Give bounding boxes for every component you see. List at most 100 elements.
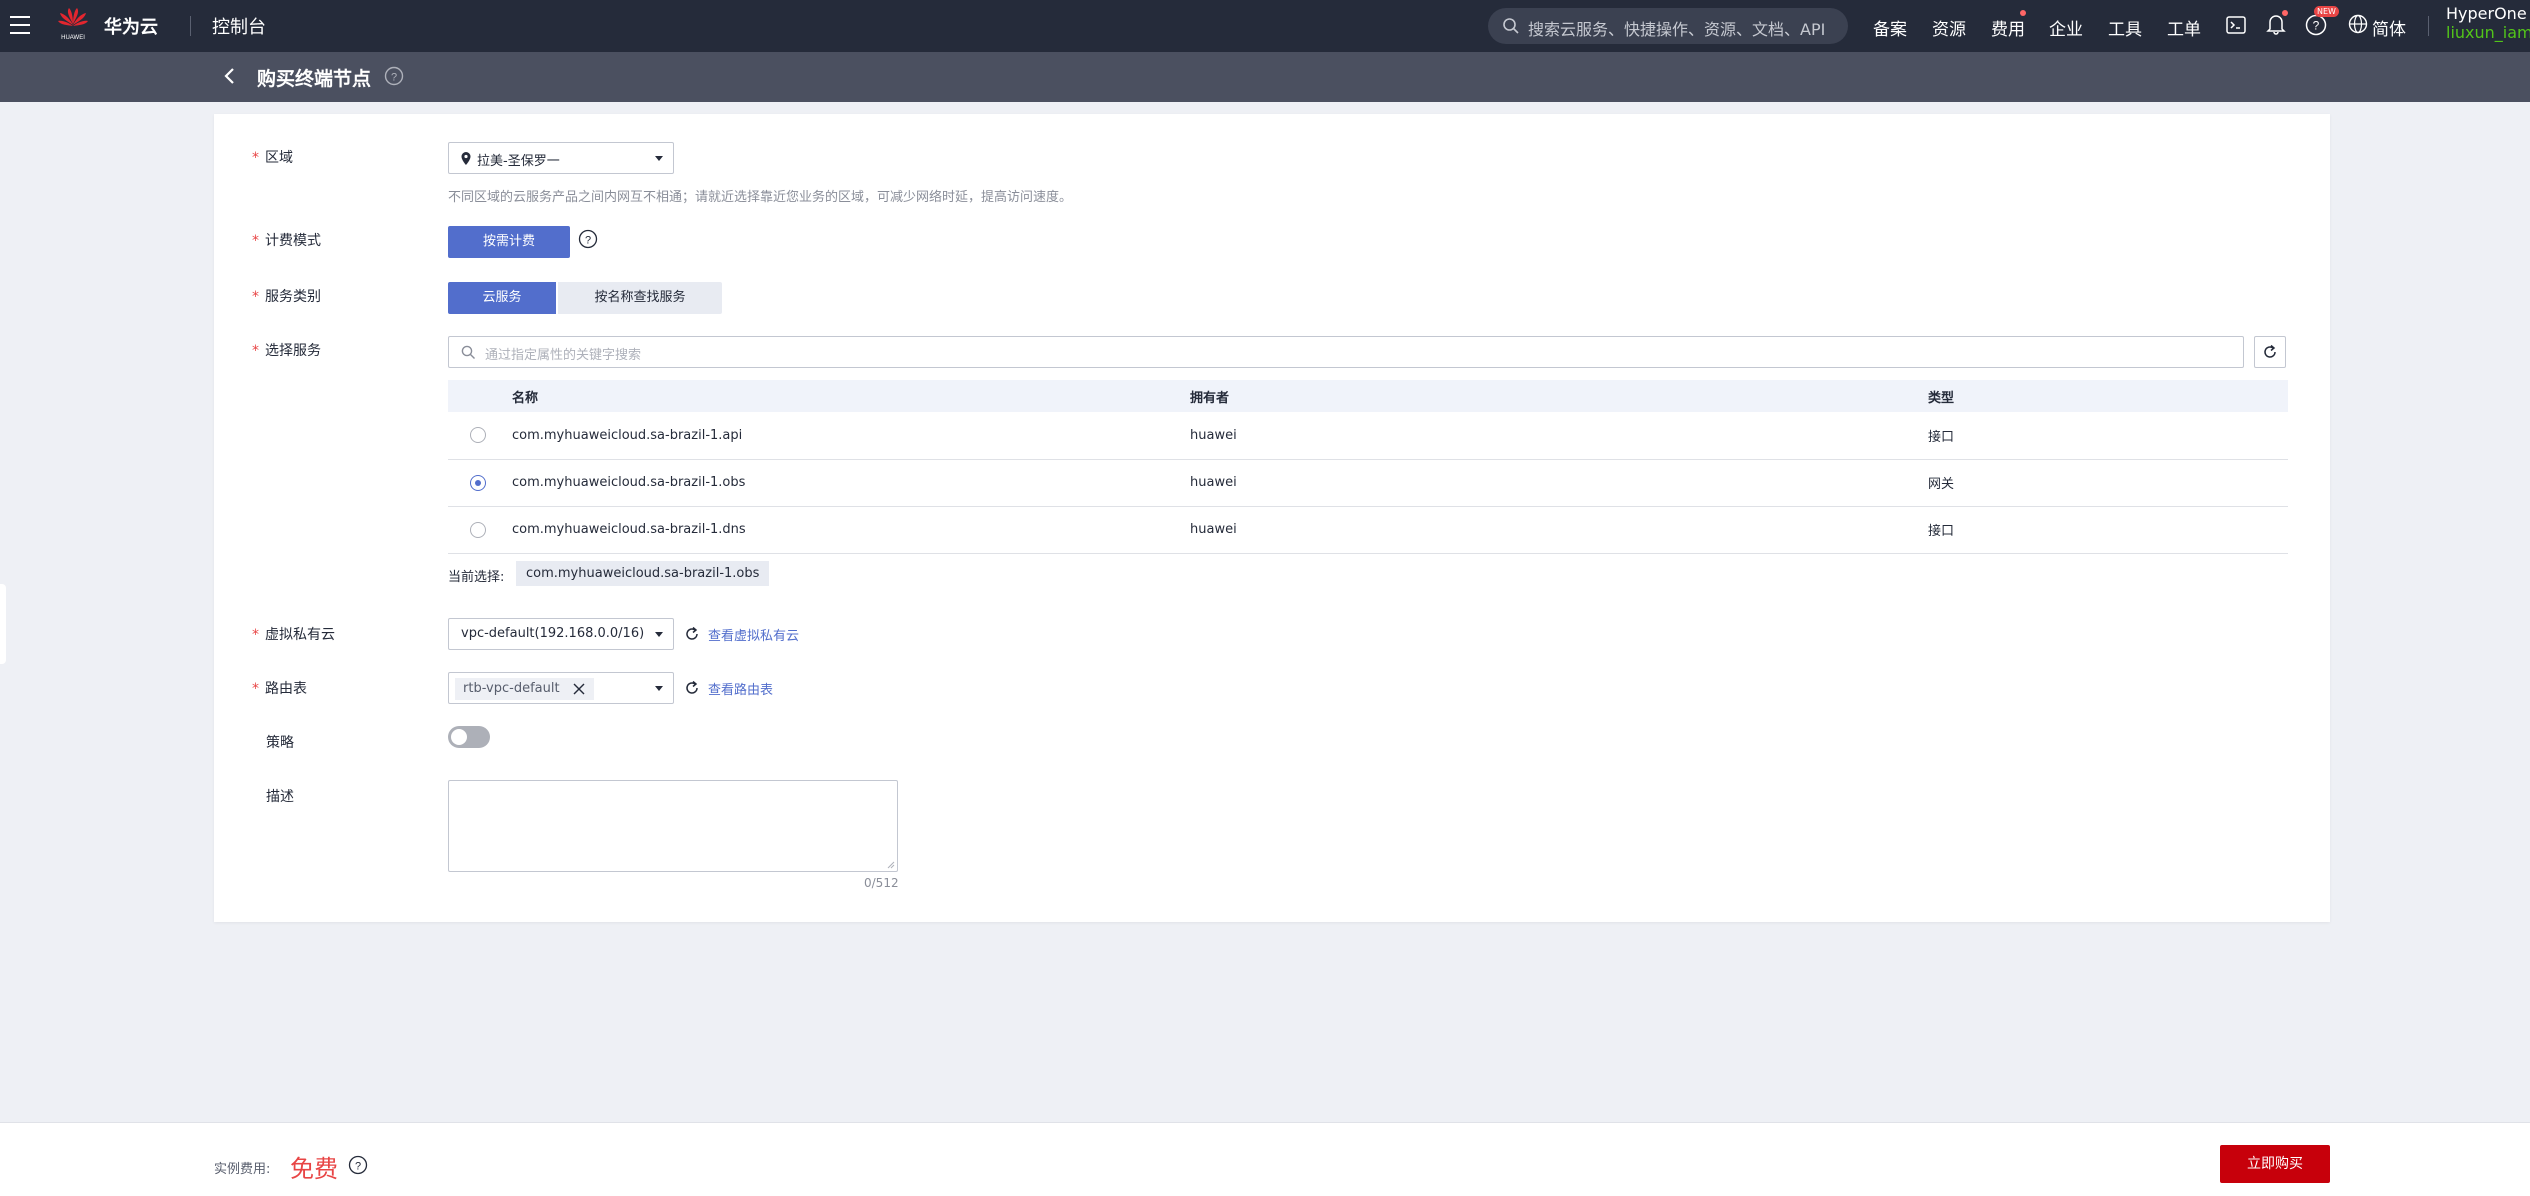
owner-cell: huawei (1190, 412, 1928, 460)
table-header-type: 类型 (1928, 380, 2288, 412)
billing-on-demand-button[interactable]: 按需计费 (448, 226, 570, 258)
nav-link-tools[interactable]: 工具 (2108, 15, 2142, 40)
route-table-tag: rtb-vpc-default (455, 678, 594, 700)
current-selection-label: 当前选择: (448, 570, 505, 585)
menu-icon[interactable] (10, 16, 30, 34)
service-name-cell: com.myhuaweicloud.sa-brazil-1.api (512, 412, 1190, 460)
chevron-down-icon (655, 156, 663, 161)
fee-label: 实例费用: (214, 1162, 271, 1177)
route-table-tag-label: rtb-vpc-default (463, 681, 560, 696)
refresh-button[interactable] (2254, 336, 2286, 368)
console-link[interactable]: 控制台 (212, 13, 266, 39)
table-row[interactable]: com.myhuaweicloud.sa-brazil-1.dns huawei… (448, 506, 2288, 554)
search-placeholder: 通过指定属性的关键字搜索 (485, 348, 642, 363)
top-navbar: HUAWEI 华为云 控制台 搜索云服务、快捷操作、资源、文档、API 备案 资… (0, 0, 2530, 52)
page-header: 购买终端节点 ? (0, 52, 2530, 102)
back-arrow-icon[interactable] (222, 67, 238, 89)
type-cell: 接口 (1928, 412, 2288, 460)
fee-value: 免费 (290, 1155, 338, 1183)
nav-link-billing[interactable]: 费用 (1991, 15, 2025, 40)
user-menu[interactable]: HyperOne liuxun_iam (2446, 4, 2530, 42)
vpc-select[interactable]: vpc-default(192.168.0.0/16) (448, 618, 674, 650)
owner-cell: huawei (1190, 459, 1928, 507)
huawei-logo[interactable]: HUAWEI (56, 6, 90, 44)
divider (2428, 16, 2429, 36)
region-select[interactable]: 拉美-圣保罗一 (448, 142, 674, 174)
table-header-row: 名称 拥有者 类型 (448, 380, 2288, 412)
help-icon[interactable]: ? (348, 1155, 368, 1179)
required-mark: * (252, 343, 259, 359)
chevron-down-icon (655, 686, 663, 691)
required-mark: * (252, 233, 259, 249)
refresh-icon[interactable] (684, 680, 700, 700)
search-icon (1503, 18, 1519, 34)
account-name: HyperOne (2446, 4, 2527, 23)
nav-link-enterprise[interactable]: 企业 (2049, 15, 2083, 40)
nav-link-filing[interactable]: 备案 (1873, 15, 1907, 40)
region-hint: 不同区域的云服务产品之间内网互不相通；请就近选择靠近您业务的区域，可减少网络时延… (448, 190, 1073, 205)
service-name-cell: com.myhuaweicloud.sa-brazil-1.dns (512, 506, 1190, 554)
globe-icon[interactable] (2348, 14, 2368, 38)
service-search-input[interactable]: 通过指定属性的关键字搜索 (448, 336, 2244, 368)
owner-cell: huawei (1190, 506, 1928, 554)
svg-text:HUAWEI: HUAWEI (61, 35, 85, 41)
user-name: liuxun_iam (2446, 23, 2530, 42)
service-select-label: * 选择服务 (252, 343, 321, 359)
close-icon[interactable] (572, 682, 586, 696)
global-search-input[interactable]: 搜索云服务、快捷操作、资源、文档、API (1488, 8, 1848, 44)
search-placeholder: 搜索云服务、快捷操作、资源、文档、API (1528, 20, 1826, 39)
description-counter: 0/512 (864, 876, 899, 890)
row-radio[interactable] (470, 427, 486, 444)
resize-handle-icon (887, 861, 895, 869)
search-icon (461, 345, 475, 359)
type-cell: 网关 (1928, 459, 2288, 507)
vpc-label: * 虚拟私有云 (252, 627, 335, 643)
side-drawer-handle[interactable] (0, 584, 6, 664)
buy-now-button[interactable]: 立即购买 (2220, 1145, 2330, 1183)
terminal-icon[interactable] (2226, 15, 2246, 39)
required-mark: * (252, 627, 259, 643)
svg-text:?: ? (585, 235, 591, 247)
required-mark: * (252, 150, 259, 166)
new-badge: NEW (2314, 6, 2339, 17)
description-label: 描述 (266, 789, 294, 805)
svg-text:?: ? (2313, 19, 2320, 33)
service-name-cell: com.myhuaweicloud.sa-brazil-1.obs (512, 459, 1190, 507)
required-mark: * (252, 289, 259, 305)
form-card: * 区域 拉美-圣保罗一 不同区域的云服务产品之间内网互不相通；请就近选择靠近您业… (214, 114, 2330, 922)
refresh-icon[interactable] (684, 626, 700, 646)
policy-toggle[interactable] (448, 726, 490, 748)
region-label: * 区域 (252, 150, 293, 166)
notification-dot (2020, 10, 2026, 16)
tab-find-by-name[interactable]: 按名称查找服务 (558, 282, 722, 314)
current-selection-value: com.myhuaweicloud.sa-brazil-1.obs (516, 561, 770, 586)
policy-label: 策略 (266, 735, 294, 751)
nav-link-resources[interactable]: 资源 (1932, 15, 1966, 40)
nav-link-tickets[interactable]: 工单 (2167, 15, 2201, 40)
notification-dot (2282, 10, 2288, 16)
vpc-value: vpc-default(192.168.0.0/16) (461, 626, 645, 641)
view-route-table-link[interactable]: 查看路由表 (708, 679, 773, 698)
row-radio-selected[interactable] (470, 474, 486, 491)
view-vpc-link[interactable]: 查看虚拟私有云 (708, 625, 799, 644)
help-icon[interactable]: ? (384, 66, 404, 90)
table-row[interactable]: com.myhuaweicloud.sa-brazil-1.obs huawei… (448, 459, 2288, 507)
help-icon[interactable]: ? (2305, 14, 2327, 40)
divider (190, 16, 191, 36)
tab-cloud-service[interactable]: 云服务 (448, 282, 556, 314)
language-switch[interactable]: 简体 (2372, 15, 2406, 40)
route-table-select[interactable]: rtb-vpc-default (448, 672, 674, 704)
table-header-owner: 拥有者 (1190, 380, 1928, 412)
description-textarea[interactable] (448, 780, 898, 872)
help-icon[interactable]: ? (578, 229, 598, 253)
page-title: 购买终端节点 (257, 68, 372, 90)
service-table: 名称 拥有者 类型 com.myhuaweicloud.sa-brazil-1.… (448, 380, 2288, 554)
toggle-knob (451, 729, 467, 745)
route-table-label: * 路由表 (252, 681, 307, 697)
bell-icon[interactable] (2266, 13, 2286, 39)
purchase-footer: 实例费用: 免费 ? 立即购买 (0, 1122, 2530, 1196)
row-radio[interactable] (470, 521, 486, 538)
billing-label: * 计费模式 (252, 233, 321, 249)
table-row[interactable]: com.myhuaweicloud.sa-brazil-1.api huawei… (448, 412, 2288, 460)
svg-text:?: ? (355, 1161, 361, 1173)
